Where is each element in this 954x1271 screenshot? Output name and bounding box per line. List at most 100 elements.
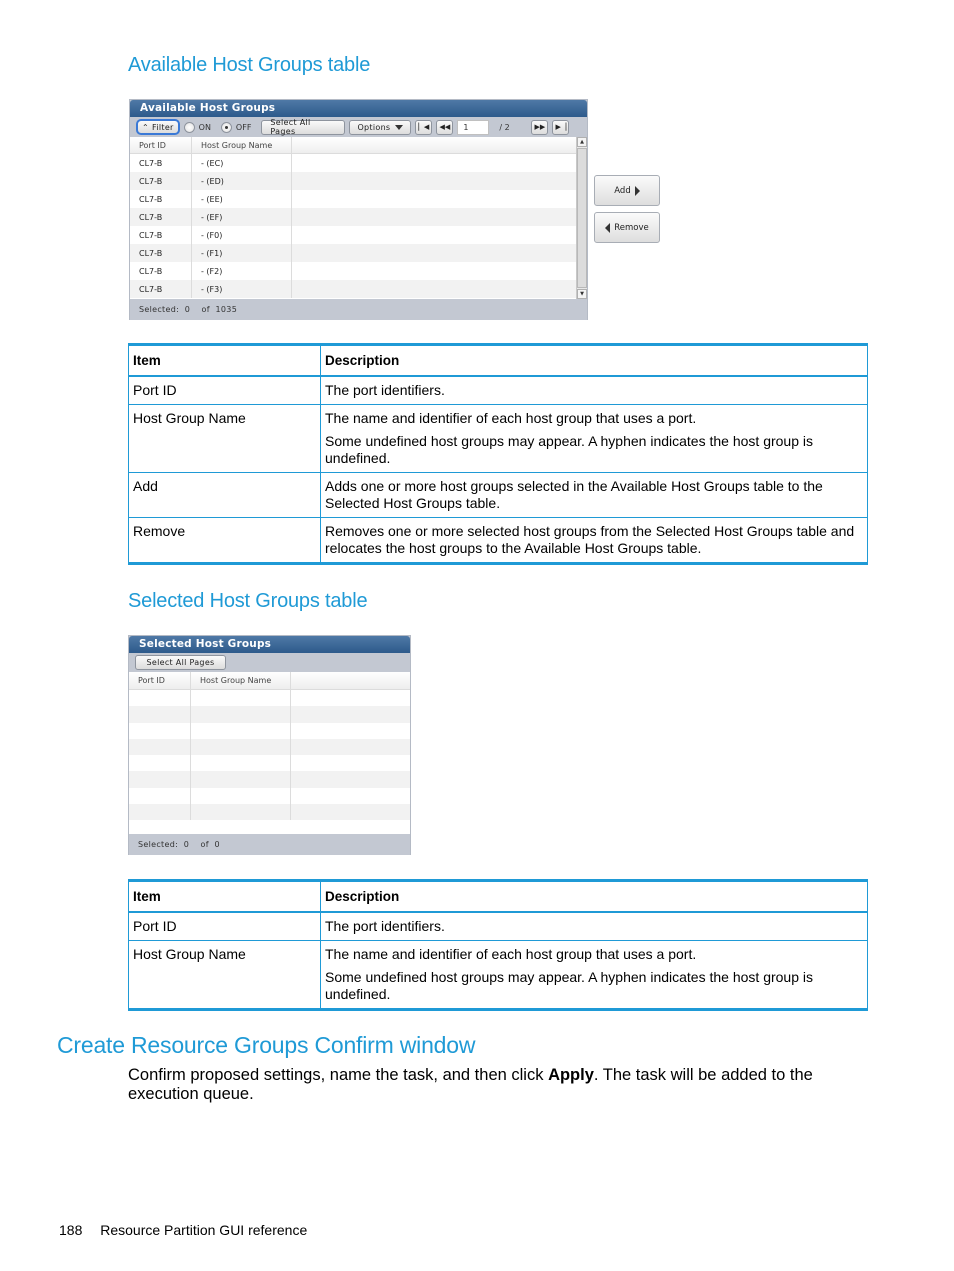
cell-item: Host Group Name: [128, 404, 321, 473]
next-page-button[interactable]: ▶▶: [531, 119, 549, 135]
first-page-icon: ▏◀: [418, 123, 430, 131]
description-paragraph: Adds one or more host groups selected in…: [325, 478, 823, 511]
description-paragraph: Some undefined host groups may appear. A…: [325, 433, 813, 466]
filter-off-radio[interactable]: [220, 121, 232, 133]
empty-table-row: [129, 722, 410, 739]
scroll-down-icon[interactable]: ▼: [577, 289, 587, 299]
column-header-port-id[interactable]: Port ID: [129, 672, 191, 689]
panel-title: Selected Host Groups: [129, 636, 410, 653]
panel-title: Available Host Groups: [130, 100, 587, 117]
cell-port-id: CL7-B: [130, 262, 192, 280]
cell-item: Remove: [128, 517, 321, 564]
select-all-pages-button[interactable]: Select All Pages: [261, 118, 346, 136]
column-header-host-group-name[interactable]: Host Group Name: [192, 137, 292, 153]
cell-item: Port ID: [128, 375, 321, 405]
chevron-down-icon: [395, 124, 404, 130]
cell-host-group-name: - (F1): [192, 244, 292, 262]
cell-host-group-name: - (F3): [192, 280, 292, 298]
next-page-icon: ▶▶: [534, 123, 546, 131]
cell-description: The port identifiers.: [320, 911, 868, 941]
filter-on-label: ON: [198, 122, 211, 132]
radio-selected-dot: [224, 125, 228, 129]
cell-port-id: CL7-B: [130, 190, 192, 208]
table-header-row: Item Description: [128, 344, 868, 377]
selected-host-groups-heading: Selected Host Groups table: [128, 590, 368, 612]
add-button[interactable]: Add: [594, 175, 660, 206]
table-row[interactable]: CL7-B - (ED): [130, 172, 576, 190]
page-footer: 188 Resource Partition GUI reference: [59, 1222, 307, 1238]
available-items-table: Item Description Port ID The port identif…: [128, 343, 868, 565]
empty-table-row: [129, 690, 410, 707]
description-paragraph: The name and identifier of each host gro…: [325, 410, 697, 426]
cell-port-id: CL7-B: [130, 208, 192, 226]
confirm-window-heading: Create Resource Groups Confirm window: [57, 1032, 476, 1058]
grid-body: CL7-B - (EC) CL7-B - (ED) CL7-B - (EE) CL7-B - …: [130, 154, 576, 298]
empty-table-row: [129, 706, 410, 723]
filter-button[interactable]: ⌃ Filter: [136, 119, 180, 135]
panel-toolbar: ⌃ Filter ON OFF Select All Pages Options…: [130, 117, 587, 137]
arrow-left-icon: [605, 222, 611, 233]
empty-table-row: [129, 738, 410, 756]
scroll-thumb[interactable]: [577, 148, 587, 288]
empty-table-row: [129, 804, 410, 821]
table-row: Port ID The port identifiers.: [128, 375, 868, 405]
cell-host-group-name: - (EE): [192, 190, 292, 208]
selection-status: Selected: 0 of 1035: [130, 299, 587, 320]
table-row[interactable]: CL7-B - (F2): [130, 262, 576, 280]
cell-item: Add: [128, 472, 321, 518]
header-item: Item: [128, 344, 321, 377]
column-header-host-group-name[interactable]: Host Group Name: [191, 672, 291, 689]
cell-host-group-name: - (EC): [192, 154, 292, 172]
cell-port-id: CL7-B: [130, 226, 192, 244]
description-paragraph: Some undefined host groups may appear. A…: [325, 969, 813, 1002]
table-row[interactable]: CL7-B - (F0): [130, 226, 576, 244]
cell-host-group-name: - (EF): [192, 208, 292, 226]
filter-on-radio[interactable]: [183, 121, 195, 133]
cell-host-group-name: - (ED): [192, 172, 292, 190]
previous-page-button[interactable]: ◀◀: [436, 119, 454, 135]
description-paragraph: The port identifiers.: [325, 918, 445, 934]
footer-section-title: Resource Partition GUI reference: [100, 1222, 308, 1238]
select-all-pages-button[interactable]: Select All Pages: [135, 655, 226, 670]
scroll-up-icon[interactable]: ▲: [577, 137, 587, 147]
available-host-groups-panel: Available Host Groups ⌃ Filter ON OFF Se…: [129, 99, 588, 320]
selected-host-groups-panel: Selected Host Groups Select All Pages Po…: [128, 635, 411, 855]
header-description: Description: [320, 880, 868, 913]
grid-header: Port ID Host Group Name: [130, 137, 576, 154]
grid-header: Port ID Host Group Name: [129, 672, 410, 690]
grid-body: [129, 690, 410, 821]
cell-port-id: CL7-B: [130, 244, 192, 262]
options-dropdown[interactable]: Options: [349, 119, 412, 135]
first-page-button[interactable]: ▏◀: [415, 119, 433, 135]
available-host-groups-grid: Port ID Host Group Name CL7-B - (EC) CL7-B…: [130, 137, 587, 299]
last-page-button[interactable]: ▶▕: [552, 119, 570, 135]
cell-description: The name and identifier of each host gro…: [320, 404, 868, 473]
cell-item: Port ID: [128, 911, 321, 941]
table-row[interactable]: CL7-B - (EC): [130, 154, 576, 172]
selected-host-groups-grid: Port ID Host Group Name: [129, 672, 410, 834]
vertical-scrollbar[interactable]: ▲ ▼: [576, 137, 587, 299]
description-paragraph: The port identifiers.: [325, 382, 445, 398]
header-description: Description: [320, 344, 868, 377]
page-number-input[interactable]: 1: [457, 119, 490, 135]
page-number: 188: [59, 1222, 83, 1238]
cell-description: The port identifiers.: [320, 375, 868, 405]
cell-port-id: CL7-B: [130, 280, 192, 298]
column-header-port-id[interactable]: Port ID: [130, 137, 192, 153]
empty-table-row: [129, 787, 410, 805]
table-row: Port ID The port identifiers.: [128, 911, 868, 941]
available-host-groups-heading: Available Host Groups table: [128, 54, 371, 76]
table-row[interactable]: CL7-B - (F1): [130, 244, 576, 262]
confirm-description: Confirm proposed settings, name the task…: [128, 1066, 813, 1103]
table-row: Host Group Name The name and identifier o…: [128, 404, 868, 473]
filter-off-label: OFF: [235, 122, 252, 132]
description-paragraph: The name and identifier of each host gro…: [325, 946, 697, 962]
table-row[interactable]: CL7-B - (EE): [130, 190, 576, 208]
remove-button[interactable]: Remove: [594, 212, 660, 243]
table-row[interactable]: CL7-B - (EF): [130, 208, 576, 226]
table-row[interactable]: CL7-B - (F3): [130, 280, 576, 298]
apply-keyword: Apply: [548, 1066, 594, 1084]
header-item: Item: [128, 880, 321, 913]
cell-host-group-name: - (F0): [192, 226, 292, 244]
table-header-row: Item Description: [128, 880, 868, 913]
